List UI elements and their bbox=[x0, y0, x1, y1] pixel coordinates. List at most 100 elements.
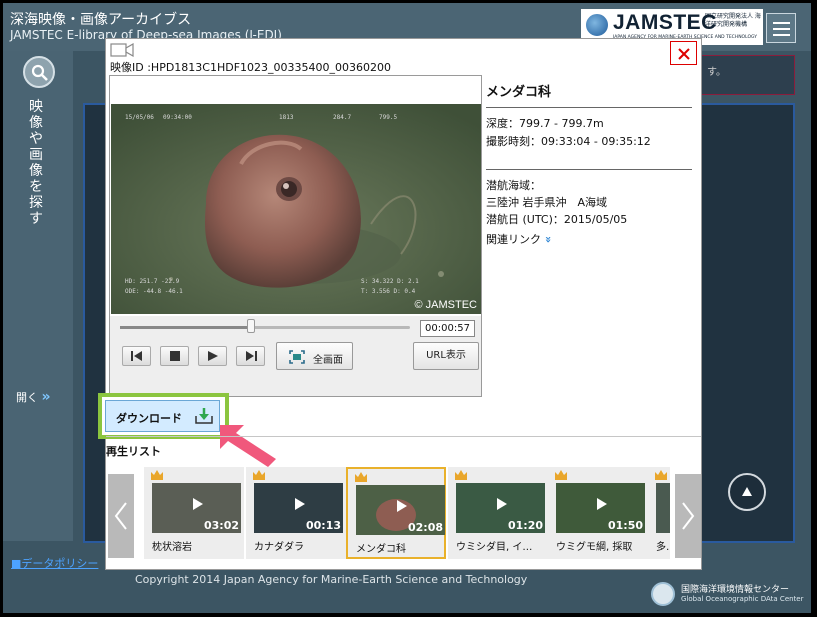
chevron-down-icon: » bbox=[541, 235, 555, 244]
playlist-title: メンダコ科 bbox=[356, 544, 406, 555]
playlist-thumbnail: 00:13 bbox=[254, 483, 343, 533]
fullscreen-button[interactable]: 全画面 bbox=[276, 342, 353, 370]
search-icon bbox=[31, 64, 48, 81]
stop-icon bbox=[170, 351, 180, 361]
playlist-item[interactable]: 多… bbox=[648, 467, 670, 559]
copyright-text: Copyright 2014 Japan Agency for Marine-E… bbox=[135, 573, 528, 586]
dive-area-label: 潜航海域： bbox=[486, 179, 541, 192]
divider bbox=[486, 107, 692, 108]
url-button[interactable]: URL表示 bbox=[413, 342, 479, 370]
seek-bar[interactable] bbox=[120, 326, 410, 329]
osd-time: 09:34:00 bbox=[163, 114, 192, 121]
menu-bar-icon bbox=[773, 34, 790, 36]
playlist-title: カナダダラ bbox=[254, 542, 304, 553]
playlist: 03:02 枕状溶岩 00:13 カナダダラ 02:08 メンダコ科 01:20… bbox=[144, 467, 670, 559]
osd-date: 15/05/06 bbox=[125, 114, 154, 121]
download-icon bbox=[195, 408, 213, 424]
search-button[interactable] bbox=[23, 56, 55, 88]
video-frame[interactable]: 15/05/06 09:34:00 1813 284.7 799.5 HD: 2… bbox=[111, 104, 481, 314]
player-controls: 00:00:57 全画面 URL表示 bbox=[110, 316, 481, 396]
divider bbox=[106, 436, 701, 437]
play-icon bbox=[597, 498, 607, 510]
playlist-item[interactable]: 01:50 ウミグモ綱, 採取 bbox=[548, 467, 648, 559]
playlist-title: ウミシダ目, イ… bbox=[456, 542, 533, 553]
chevron-left-icon bbox=[114, 502, 127, 530]
playlist-duration: 00:13 bbox=[305, 519, 341, 532]
depth-info: 深度：799.7 - 799.7m bbox=[486, 117, 604, 130]
play-button[interactable] bbox=[198, 346, 227, 366]
step-forward-button[interactable] bbox=[236, 346, 265, 366]
osd-line-2: ODE: -44.8 -46.1 bbox=[125, 288, 183, 295]
playlist-label: 再生リスト bbox=[106, 445, 161, 458]
play-icon bbox=[497, 498, 507, 510]
divider bbox=[486, 169, 692, 170]
playlist-duration: 02:08 bbox=[407, 521, 443, 534]
data-policy-link[interactable]: ■データポリシー bbox=[11, 555, 98, 571]
scroll-top-button[interactable] bbox=[728, 473, 766, 511]
playlist-duration: 03:02 bbox=[203, 519, 239, 532]
osd-line-1: HD: 251.7 -22.9 bbox=[125, 278, 180, 285]
shoot-time-info: 撮影時刻：09:33:04 - 09:35:12 bbox=[486, 135, 651, 148]
seek-handle[interactable] bbox=[246, 319, 255, 333]
step-back-icon bbox=[131, 351, 142, 361]
site-title[interactable]: 深海映像・画像アーカイブス bbox=[10, 9, 191, 29]
play-icon bbox=[193, 498, 203, 510]
dive-area: 三陸沖 岩手県沖 A海域 bbox=[486, 196, 608, 209]
download-button[interactable]: ダウンロード bbox=[105, 400, 220, 432]
dive-date: 潜航日 (UTC)：2015/05/05 bbox=[486, 213, 628, 226]
stop-button[interactable] bbox=[160, 346, 189, 366]
godac-jp: 国際海洋環境情報センター bbox=[681, 585, 790, 595]
search-label[interactable]: 映像や画像を探す bbox=[29, 99, 45, 227]
osd-heading: 284.7 bbox=[333, 114, 352, 121]
playlist-next-button[interactable] bbox=[675, 474, 701, 558]
playlist-item-active[interactable]: 02:08 メンダコ科 bbox=[346, 467, 446, 559]
related-links-label: 関連リンク bbox=[486, 233, 541, 246]
video-detail-modal: 映像ID :HPD1813C1HDF1023_00335400_00360200 bbox=[98, 38, 702, 570]
menu-bar-icon bbox=[773, 22, 790, 24]
step-forward-icon bbox=[246, 351, 257, 361]
notice-text: す。 bbox=[707, 67, 726, 78]
play-icon bbox=[397, 500, 407, 512]
menu-button[interactable] bbox=[766, 13, 796, 43]
video-player: 15/05/06 09:34:00 1813 284.7 799.5 HD: 2… bbox=[109, 75, 482, 397]
playlist-thumbnail bbox=[656, 483, 670, 533]
fullscreen-icon bbox=[289, 350, 305, 364]
playlist-item[interactable]: 01:20 ウミシダ目, イ… bbox=[448, 467, 548, 559]
seek-fill bbox=[120, 326, 251, 329]
species-name: メンダコ科 bbox=[486, 85, 552, 100]
video-id: 映像ID :HPD1813C1HDF1023_00335400_00360200 bbox=[110, 61, 392, 74]
step-back-button[interactable] bbox=[122, 346, 151, 366]
osd-dive: 1813 bbox=[279, 114, 294, 121]
double-chevron-right-icon: » bbox=[41, 389, 51, 405]
download-label: ダウンロード bbox=[116, 412, 182, 425]
related-links-toggle[interactable]: 関連リンク » bbox=[486, 231, 555, 247]
fullscreen-label: 全画面 bbox=[313, 355, 343, 366]
osd-line-3: S: 34.322 D: 2.1 bbox=[361, 278, 419, 285]
pointer-arrow-icon bbox=[220, 425, 276, 467]
crown-icon bbox=[151, 470, 163, 480]
playlist-thumbnail: 03:02 bbox=[152, 483, 241, 533]
play-icon bbox=[295, 498, 305, 510]
crown-icon bbox=[655, 470, 667, 480]
jamstec-globe-icon bbox=[585, 13, 609, 37]
time-display: 00:00:57 bbox=[420, 320, 475, 337]
crown-icon bbox=[253, 470, 265, 480]
playlist-item[interactable]: 00:13 カナダダラ bbox=[246, 467, 346, 559]
info-panel: メンダコ科 深度：799.7 - 799.7m 撮影時刻：09:33:04 - … bbox=[486, 81, 692, 271]
playlist-title: ウミグモ綱, 採取 bbox=[556, 542, 633, 553]
playlist-prev-button[interactable] bbox=[108, 474, 134, 558]
open-panel-button[interactable]: 開く » bbox=[16, 389, 51, 405]
playlist-thumbnail: 01:50 bbox=[556, 483, 645, 533]
godac-logo[interactable]: 国際海洋環境情報センター Global Oceanographic DAta C… bbox=[651, 580, 811, 608]
menu-bar-icon bbox=[773, 28, 790, 30]
download-highlight: ダウンロード bbox=[98, 393, 229, 439]
osd-depth: 799.5 bbox=[379, 114, 398, 121]
osd-line-4: T: 3.556 D: 0.4 bbox=[361, 288, 416, 295]
playlist-duration: 01:50 bbox=[607, 519, 643, 532]
play-icon bbox=[208, 351, 218, 361]
video-camera-icon bbox=[110, 43, 134, 57]
playlist-item[interactable]: 03:02 枕状溶岩 bbox=[144, 467, 244, 559]
close-button[interactable] bbox=[670, 41, 697, 65]
godac-en: Global Oceanographic DAta Center bbox=[681, 595, 804, 603]
search-panel: 映像や画像を探す 開く » bbox=[3, 51, 73, 541]
